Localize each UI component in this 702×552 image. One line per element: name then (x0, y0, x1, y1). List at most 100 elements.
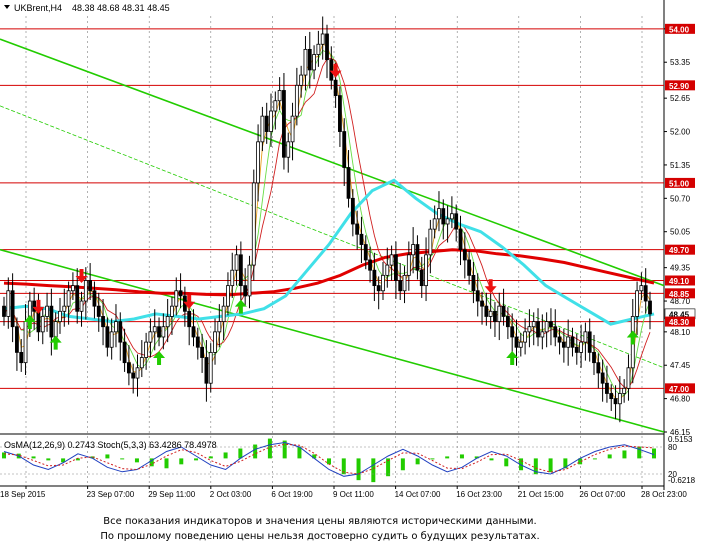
indicator-tick-label: -0.6218 (668, 476, 696, 485)
osma-bar (356, 458, 361, 481)
candle-body (75, 285, 80, 312)
candle-body (79, 300, 84, 312)
candle-body (346, 167, 351, 199)
candle-body (40, 316, 45, 333)
candle-body (320, 33, 325, 45)
candle-body (402, 274, 407, 292)
price-level-label: 49.70 (669, 246, 690, 255)
candle-body (406, 254, 411, 276)
candle-body (230, 269, 235, 287)
candle-body (135, 367, 140, 379)
candle-body (527, 326, 532, 333)
candle-body (165, 316, 170, 328)
candle-body (226, 285, 230, 307)
candle-body (251, 182, 256, 266)
candle-body (493, 310, 497, 322)
candle-body (635, 290, 639, 317)
dropdown-arrow-icon[interactable] (4, 5, 10, 9)
candle-body (118, 321, 123, 343)
candle-body (342, 131, 347, 168)
candle-body (480, 300, 484, 307)
candle-body (415, 244, 420, 271)
candle-body (174, 290, 179, 307)
candle-body (286, 141, 291, 158)
disclaimer-line-1: Все показания индикаторов и значения цен… (103, 516, 537, 527)
candle-body (260, 115, 265, 143)
candle-body (152, 326, 157, 333)
candle-body (376, 285, 381, 292)
candle-body (368, 259, 372, 271)
candle-body (247, 264, 252, 297)
candle-body (191, 326, 196, 338)
candle-body (566, 336, 571, 348)
candle-body (282, 90, 286, 158)
price-tick-label: 51.35 (670, 161, 691, 170)
price-tick-label: 50.05 (670, 228, 691, 237)
candle-body (238, 254, 243, 287)
candle-body (88, 280, 93, 292)
time-tick-label: 23 Sep 07:00 (87, 490, 135, 499)
price-tick-label: 46.80 (670, 395, 691, 404)
candle-body (389, 254, 394, 266)
candle-body (273, 100, 278, 112)
ohlc-readout: 48.38 48.68 48.31 48.45 (72, 3, 170, 13)
ma-lightgreen-line (3, 49, 651, 397)
candle-body (204, 357, 209, 384)
candle-body (83, 280, 88, 302)
indicator-label: OsMA(12,26,9) 0.2743 Stoch(5,3,3) 63.428… (4, 440, 217, 450)
time-axis: 18 Sep 2015 23 Sep 07:00 29 Sep 11:00 2 Oct… (0, 486, 687, 499)
price-axis: 54.00 53.35 52.65 52.00 51.35 50.70 50.05 49.35… (664, 23, 696, 437)
candle-body (609, 393, 614, 400)
osma-bar (489, 458, 494, 461)
candle-body (355, 223, 360, 235)
candle-body (471, 274, 476, 292)
price-level-label: 47.00 (669, 385, 690, 394)
candle-body (114, 321, 118, 333)
candle-body (105, 326, 110, 348)
candle-body (157, 326, 161, 338)
candle-body (350, 197, 355, 225)
osma-bar (223, 452, 228, 459)
candle-body (325, 33, 329, 61)
candle-body (290, 115, 295, 143)
candle-body (536, 321, 540, 338)
candle-body (58, 310, 62, 322)
candle-body (213, 331, 217, 353)
candle-body (49, 305, 54, 338)
candle-body (101, 316, 105, 328)
price-tick-label: 49.35 (670, 264, 691, 273)
osma-bar (504, 458, 509, 467)
candle-body (66, 290, 71, 307)
time-tick-label: 21 Oct 15:00 (518, 490, 564, 499)
candle-body (518, 341, 523, 348)
time-tick-label: 16 Oct 23:00 (456, 490, 502, 499)
candle-body (394, 254, 398, 281)
time-tick-label: 14 Oct 07:00 (395, 490, 441, 499)
price-level-label: 51.00 (669, 179, 690, 188)
osma-bar (400, 458, 405, 471)
osma-bar (267, 438, 272, 459)
symbol-label: UKBrent,H4 (14, 3, 62, 13)
disclaimer-line-2: По прошлому поведению цены нельзя достов… (100, 531, 540, 542)
osma-bar (2, 452, 6, 459)
candle-body (312, 54, 316, 71)
ma-thin-red-line (3, 57, 651, 389)
candle-body (131, 372, 136, 379)
osma-bar (31, 456, 36, 459)
candle-body (574, 346, 579, 353)
osma-bar (637, 446, 642, 459)
candle-body (449, 213, 454, 220)
signal-down-arrow (484, 279, 497, 294)
candle-body (338, 95, 342, 132)
candle-body (307, 48, 312, 71)
candle-body (467, 259, 472, 276)
osma-bar (459, 454, 464, 459)
candle-body (170, 305, 174, 317)
time-tick-label: 29 Sep 11:00 (148, 490, 196, 499)
candle-body (71, 285, 75, 292)
candle-body (622, 387, 627, 394)
candles (2, 16, 652, 423)
candle-body (234, 254, 239, 271)
channel-lines (0, 38, 665, 433)
signal-up-arrow (153, 350, 166, 365)
